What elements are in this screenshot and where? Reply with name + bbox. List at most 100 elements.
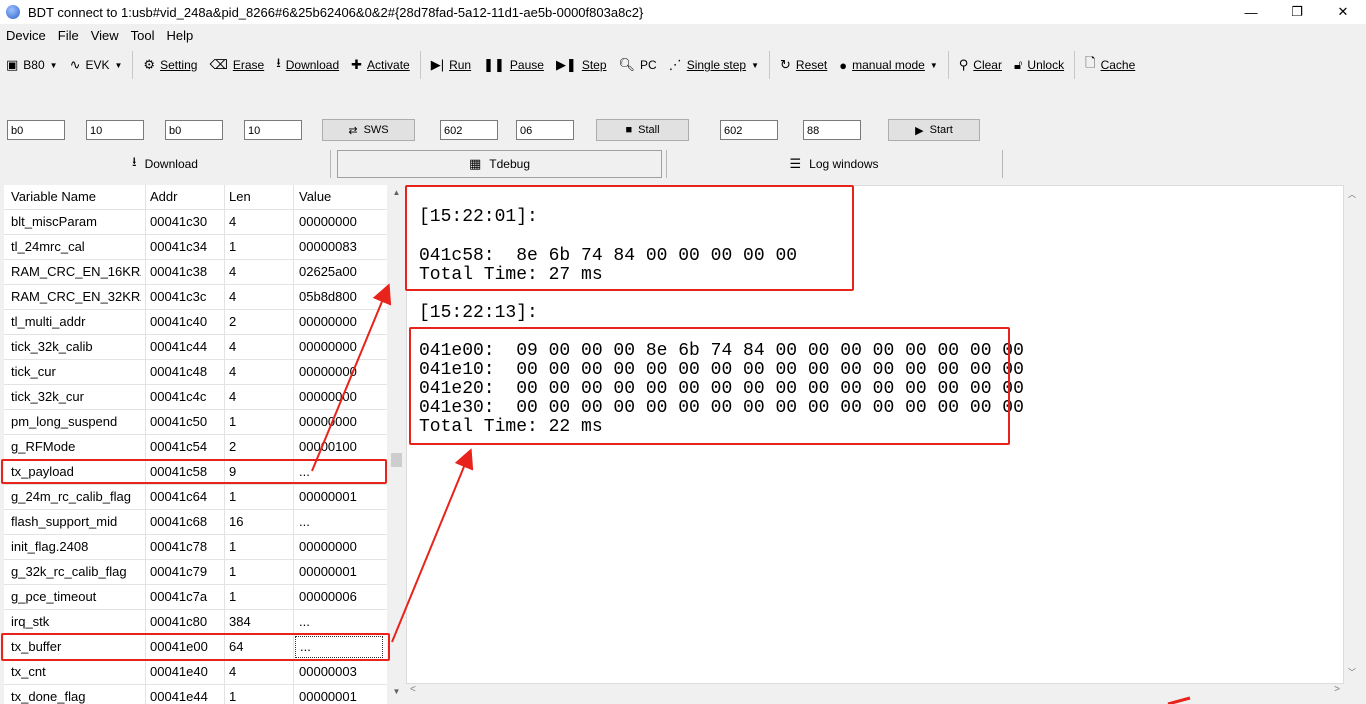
sync-icon: ⇄ bbox=[348, 124, 358, 137]
log-timestamp-2: [15:22:13]: bbox=[419, 303, 538, 323]
footsteps-icon: ⋰ bbox=[668, 57, 682, 72]
activate-button[interactable]: ✚ Activate bbox=[345, 50, 416, 80]
table-row[interactable]: blt_miscParam 00041c30 4 00000000 bbox=[4, 210, 387, 235]
tab-log-windows[interactable]: ☰ Log windows bbox=[667, 150, 1001, 178]
table-row[interactable]: tl_24mrc_cal 00041c34 1 00000083 bbox=[4, 235, 387, 260]
cell-value: 00000003 bbox=[299, 664, 357, 679]
table-row[interactable]: tl_multi_addr 00041c40 2 00000000 bbox=[4, 310, 387, 335]
annotation-arrow bbox=[1167, 696, 1191, 704]
log-vertical-scrollbar[interactable]: ︿ ﹀ bbox=[1344, 185, 1360, 684]
table-row[interactable]: g_RFMode 00041c54 2 00000100 bbox=[4, 435, 387, 460]
menu-help[interactable]: Help bbox=[161, 28, 200, 43]
header-len[interactable]: Len bbox=[229, 185, 289, 209]
cell-len: 1 bbox=[229, 239, 237, 254]
table-row[interactable]: tick_32k_cur 00041c4c 4 00000000 bbox=[4, 385, 387, 410]
sws-control-row: b0 10 b0 10 ⇄ SWS 602 06 ■ Stall 602 88 … bbox=[0, 118, 1366, 144]
header-variable-name[interactable]: Variable Name bbox=[11, 185, 141, 209]
chevron-down-icon: ▼ bbox=[49, 60, 58, 70]
scrollbar-thumb[interactable] bbox=[391, 453, 402, 467]
table-row[interactable]: init_flag.2408 00041c78 1 00000000 bbox=[4, 535, 387, 560]
cell-variable-name: tx_done_flag bbox=[11, 689, 86, 704]
menu-file[interactable]: File bbox=[52, 28, 85, 43]
scroll-down-icon[interactable]: ﹀ bbox=[1344, 667, 1360, 678]
table-row[interactable]: irq_stk 00041c80 384... bbox=[4, 610, 387, 635]
cell-value: 00000000 bbox=[299, 214, 357, 229]
header-value[interactable]: Value bbox=[299, 185, 385, 209]
unlock-label: Unlock bbox=[1027, 58, 1065, 72]
stall-address-field[interactable]: 602 bbox=[440, 120, 498, 140]
address-field-2[interactable]: b0 bbox=[165, 120, 223, 140]
menu-tool[interactable]: Tool bbox=[125, 28, 161, 43]
scroll-right-icon[interactable]: > bbox=[1334, 684, 1340, 695]
board-select[interactable]: ∿ EVK ▼ bbox=[64, 50, 129, 80]
tab-tdebug[interactable]: ▦ Tdebug bbox=[337, 150, 662, 178]
table-row[interactable]: tick_32k_calib 00041c44 4 00000000 bbox=[4, 335, 387, 360]
mode-select[interactable]: ● manual mode ▼ bbox=[833, 50, 944, 80]
length-field-2[interactable]: 10 bbox=[244, 120, 302, 140]
tab-bar: ⭳ Download ▦ Tdebug ☰ Log windows bbox=[0, 148, 1366, 180]
table-row[interactable]: flash_support_mid 00041c68 16... bbox=[4, 510, 387, 535]
pc-button[interactable]: 🔍︎ PC bbox=[613, 50, 663, 80]
start-value-field[interactable]: 88 bbox=[803, 120, 861, 140]
table-row[interactable]: g_24m_rc_calib_flag 00041c64 1 00000001 bbox=[4, 485, 387, 510]
scroll-up-icon[interactable]: ▲ bbox=[389, 188, 404, 197]
cell-variable-name: g_24m_rc_calib_flag bbox=[11, 489, 131, 504]
download-button[interactable]: ⭳ Download bbox=[270, 50, 345, 80]
log-horizontal-scrollbar[interactable]: < > bbox=[406, 684, 1344, 698]
pause-button[interactable]: ❚❚ Pause bbox=[477, 50, 550, 80]
menu-device[interactable]: Device bbox=[0, 28, 52, 43]
chevron-down-icon: ▼ bbox=[751, 60, 759, 70]
table-header: Variable Name Addr Len Value bbox=[4, 185, 387, 210]
table-row[interactable]: tx_done_flag 00041e44 1 00000001 bbox=[4, 685, 387, 704]
length-field-1[interactable]: 10 bbox=[86, 120, 144, 140]
table-row[interactable]: RAM_CRC_EN_32KRA 00041c3c 4 05b8d800 bbox=[4, 285, 387, 310]
scroll-down-icon[interactable]: ▼ bbox=[389, 687, 404, 696]
erase-button[interactable]: ⌫ Erase bbox=[203, 50, 270, 80]
start-address-field[interactable]: 602 bbox=[720, 120, 778, 140]
header-addr[interactable]: Addr bbox=[150, 185, 222, 209]
menu-view[interactable]: View bbox=[85, 28, 125, 43]
brush-icon: ⚲ bbox=[958, 57, 969, 72]
cell-value: 00000000 bbox=[299, 389, 357, 404]
clear-label: Clear bbox=[973, 58, 1002, 72]
address-field-1[interactable]: b0 bbox=[7, 120, 65, 140]
stall-value-field[interactable]: 06 bbox=[516, 120, 574, 140]
table-row[interactable]: g_32k_rc_calib_flag 00041c79 1 00000001 bbox=[4, 560, 387, 585]
cell-value: 00000083 bbox=[299, 239, 357, 254]
scroll-up-icon[interactable]: ︿ bbox=[1344, 189, 1360, 200]
table-row[interactable]: pm_long_suspend 00041c50 1 00000000 bbox=[4, 410, 387, 435]
unlock-button[interactable]: 🔓︎ Unlock bbox=[1008, 50, 1070, 80]
table-scrollbar[interactable]: ▲ ▼ bbox=[389, 185, 404, 704]
table-row[interactable]: tick_cur 00041c48 4 00000000 bbox=[4, 360, 387, 385]
cell-addr: 00041c4c bbox=[150, 389, 207, 404]
start-button[interactable]: ▶ Start bbox=[888, 119, 980, 141]
chip-label: B80 bbox=[23, 58, 45, 72]
scroll-left-icon[interactable]: < bbox=[410, 684, 416, 695]
single-step-button[interactable]: ⋰ Single step ▼ bbox=[663, 50, 765, 80]
chip-select[interactable]: ▣ B80 ▼ bbox=[0, 50, 64, 80]
run-label: Run bbox=[449, 58, 472, 72]
step-button[interactable]: ▶❚ Step bbox=[550, 50, 613, 80]
cell-variable-name: pm_long_suspend bbox=[11, 414, 118, 429]
chevron-down-icon: ▼ bbox=[114, 60, 123, 70]
cell-variable-name: RAM_CRC_EN_32KRA bbox=[11, 289, 141, 304]
cell-addr: 00041c79 bbox=[150, 564, 208, 579]
clear-button[interactable]: ⚲ Clear bbox=[953, 50, 1008, 80]
tab-download[interactable]: ⭳ Download bbox=[0, 150, 330, 178]
table-row[interactable]: RAM_CRC_EN_16KRA 00041c38 4 02625a00 bbox=[4, 260, 387, 285]
table-row[interactable]: tx_cnt 00041e40 4 00000003 bbox=[4, 660, 387, 685]
stall-button[interactable]: ■ Stall bbox=[596, 119, 689, 141]
setting-button[interactable]: ⚙ Setting bbox=[137, 50, 203, 80]
gear-icon: ⚙ bbox=[143, 57, 156, 72]
sws-button[interactable]: ⇄ SWS bbox=[322, 119, 415, 141]
search-icon: 🔍︎ bbox=[618, 57, 636, 72]
stall-label: Stall bbox=[638, 124, 660, 136]
close-button[interactable]: ✕ bbox=[1320, 0, 1366, 24]
cache-button[interactable]: 🗋 Cache bbox=[1079, 50, 1141, 80]
table-row[interactable]: g_pce_timeout 00041c7a 1 00000006 bbox=[4, 585, 387, 610]
cell-variable-name: init_flag.2408 bbox=[11, 539, 89, 554]
reset-button[interactable]: ↻ Reset bbox=[774, 50, 833, 80]
minimize-button[interactable]: — bbox=[1228, 0, 1274, 24]
run-button[interactable]: ▶| Run bbox=[425, 50, 477, 80]
restore-button[interactable]: ❐ bbox=[1274, 0, 1320, 24]
